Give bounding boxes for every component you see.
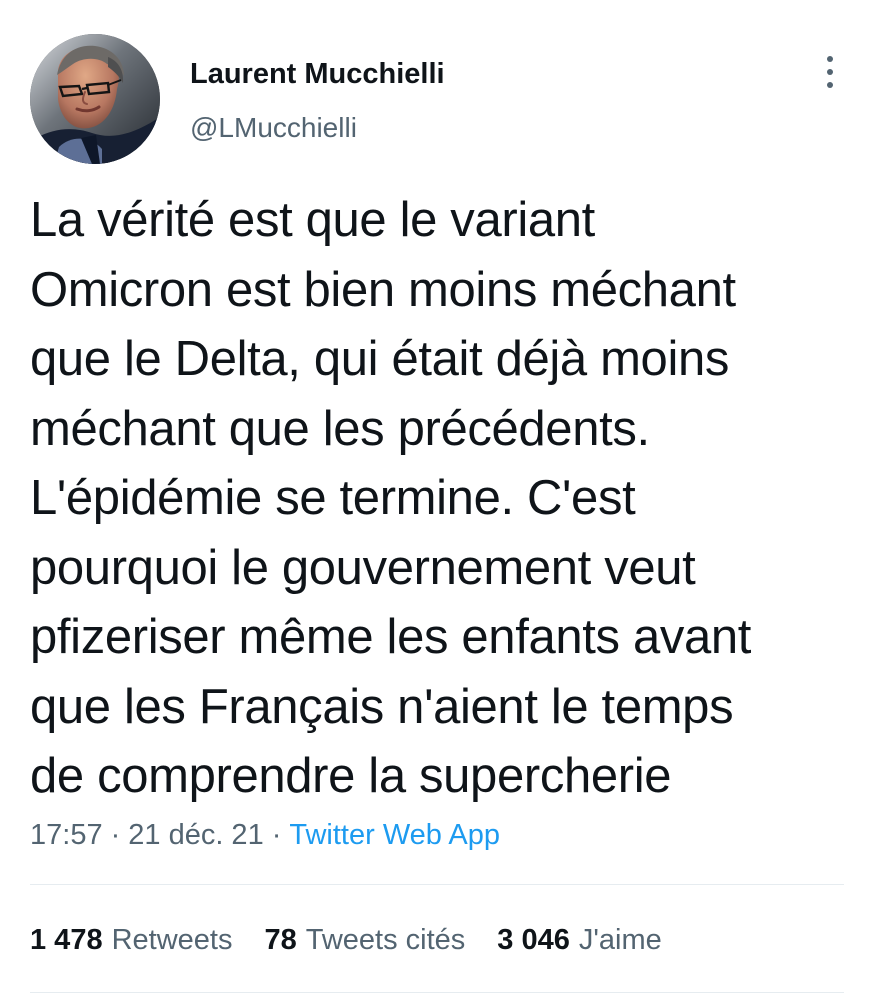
more-options-icon [827,56,833,88]
tweet-source-link[interactable]: Twitter Web App [289,819,500,851]
likes-label: J'aime [578,924,662,956]
quote-tweets-count: 78 [264,924,297,956]
retweets-count: 1 478 [30,924,103,956]
stats-top-divider [30,884,844,885]
avatar[interactable] [30,34,160,164]
profile-photo [30,34,160,164]
quote-tweets-stat[interactable]: 78 Tweets cités [264,918,465,962]
tweet-detail: Laurent Mucchielli @LMucchielli La vérit… [0,0,874,1000]
tweet-time[interactable]: 17:57 [30,819,103,851]
likes-stat[interactable]: 3 046 J'aime [497,918,661,962]
author-info[interactable]: Laurent Mucchielli @LMucchielli [190,56,750,145]
metadata-separator: · [271,819,282,851]
tweet-header: Laurent Mucchielli @LMucchielli [30,34,844,166]
retweets-label: Retweets [111,924,233,956]
metadata-separator: · [110,819,121,851]
quote-tweets-label: Tweets cités [305,924,466,956]
stats-bottom-divider [30,992,844,993]
tweet-text: La vérité est que le variant Omicron est… [30,193,752,803]
author-display-name[interactable]: Laurent Mucchielli [190,56,750,92]
tweet-metadata: 17:57 · 21 déc. 21 · Twitter Web App [30,814,844,856]
tweet-stats: 1 478 Retweets 78 Tweets cités 3 046 J'a… [30,918,844,962]
more-options-button[interactable] [816,52,844,92]
retweets-stat[interactable]: 1 478 Retweets [30,918,232,962]
likes-count: 3 046 [497,924,570,956]
tweet-date[interactable]: 21 déc. 21 [128,819,263,851]
author-handle[interactable]: @LMucchielli [190,111,750,145]
